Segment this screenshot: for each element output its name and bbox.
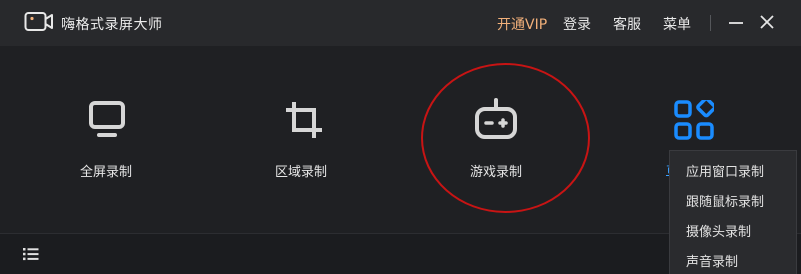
more-modes-dropdown: 应用窗口录制 跟随鼠标录制 摄像头录制 声音录制 [669,150,797,274]
camera-logo-icon [24,12,53,31]
title-divider [710,15,711,31]
title-bar: 嗨格式录屏大师 开通VIP 登录 客服 菜单 [0,0,801,46]
close-icon[interactable] [757,12,777,32]
apps-grid-icon [674,100,714,140]
list-icon[interactable] [22,246,40,262]
game-record-label: 游戏录制 [469,165,522,180]
fullscreen-record-button[interactable]: 全屏录制 [46,46,166,233]
dropdown-item-audio-record[interactable]: 声音录制 [670,248,796,274]
dropdown-item-follow-mouse-record[interactable]: 跟随鼠标录制 [670,188,796,218]
crop-icon [286,102,322,138]
login-button[interactable]: 登录 [563,14,591,34]
menu-button[interactable]: 菜单 [663,14,691,34]
dropdown-item-window-record[interactable]: 应用窗口录制 [670,158,796,188]
region-record-label: 区域录制 [274,165,327,180]
region-record-button[interactable]: 区域录制 [241,46,361,233]
customer-service-button[interactable]: 客服 [613,14,641,34]
vip-button[interactable]: 开通VIP [497,14,547,34]
dropdown-item-camera-record[interactable]: 摄像头录制 [670,218,796,248]
game-record-button[interactable]: 游戏录制 [436,46,556,233]
fullscreen-record-label: 全屏录制 [79,165,132,180]
minimize-icon[interactable] [726,12,746,32]
app-title: 嗨格式录屏大师 [61,17,163,33]
monitor-icon [89,101,125,137]
gamepad-icon [475,98,517,139]
